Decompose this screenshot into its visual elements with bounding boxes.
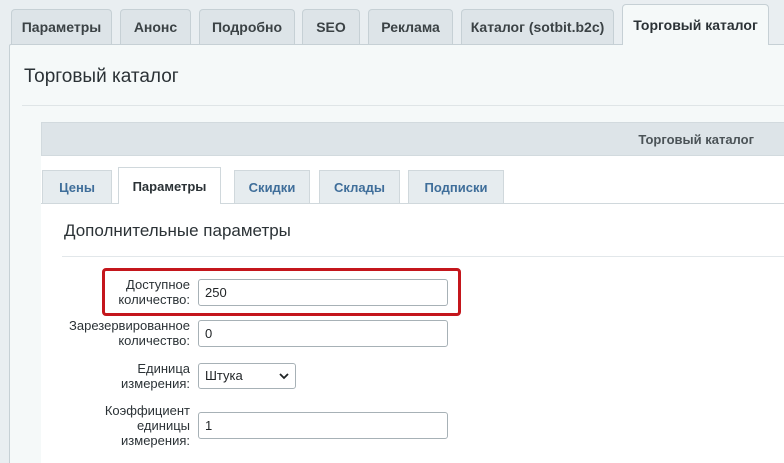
section-divider <box>62 256 784 257</box>
label-line: Коэффициент <box>104 403 190 418</box>
subtab-prices[interactable]: Цены <box>42 170 112 203</box>
subtab-discounts[interactable]: Скидки <box>234 170 310 203</box>
label-line: измерения: <box>121 433 190 448</box>
label-line: измерения: <box>121 376 190 391</box>
field-value: 0 <box>205 326 213 341</box>
tab-announce[interactable]: Анонс <box>120 9 191 44</box>
block-header-title: Торговый каталог <box>638 132 754 147</box>
top-tab-bar: Параметры Анонс Подробно SEO Реклама Кат… <box>0 0 784 45</box>
tab-trade-catalog[interactable]: Торговый каталог <box>622 4 769 45</box>
unit-select[interactable]: Штука <box>198 363 296 389</box>
subtab-label: Скидки <box>248 179 296 195</box>
main-panel: Торговый каталог Торговый каталог Цены П… <box>9 44 784 463</box>
field-value: 1 <box>205 418 213 433</box>
select-value: Штука <box>205 368 243 383</box>
tab-label: Подробно <box>211 19 283 35</box>
block-header: Торговый каталог <box>41 122 784 156</box>
subtab-subscriptions[interactable]: Подписки <box>408 170 504 203</box>
label-line: единицы <box>136 418 190 433</box>
tab-label: Реклама <box>381 19 440 35</box>
subtab-parameters[interactable]: Параметры <box>118 167 221 204</box>
tab-parameters[interactable]: Параметры <box>11 9 112 44</box>
tab-seo[interactable]: SEO <box>302 9 360 44</box>
subtab-label: Параметры <box>132 178 207 194</box>
tab-catalog-sotbit[interactable]: Каталог (sotbit.b2c) <box>461 9 614 44</box>
subtab-warehouses[interactable]: Склады <box>319 170 400 203</box>
tab-label: Параметры <box>21 19 102 35</box>
tab-label: SEO <box>316 19 346 35</box>
label-line: Зарезервированное <box>69 318 190 333</box>
reserved-quantity-input[interactable]: 0 <box>198 320 448 347</box>
subtab-label: Цены <box>59 179 95 195</box>
chevron-down-icon <box>279 373 289 380</box>
tab-advertising[interactable]: Реклама <box>368 9 453 44</box>
divider <box>22 105 784 106</box>
coefficient-input[interactable]: 1 <box>198 412 448 439</box>
tab-label: Каталог (sotbit.b2c) <box>470 19 605 35</box>
highlight-box <box>102 268 461 316</box>
label-line: Единица <box>137 361 190 376</box>
page-title: Торговый каталог <box>24 66 179 87</box>
subtab-label: Склады <box>334 179 385 195</box>
label-line: количество: <box>118 333 190 348</box>
subtab-label: Подписки <box>424 179 488 195</box>
tab-label: Торговый каталог <box>633 17 758 33</box>
section-title: Дополнительные параметры <box>64 221 291 240</box>
tab-label: Анонс <box>133 19 178 35</box>
tab-details[interactable]: Подробно <box>199 9 295 44</box>
